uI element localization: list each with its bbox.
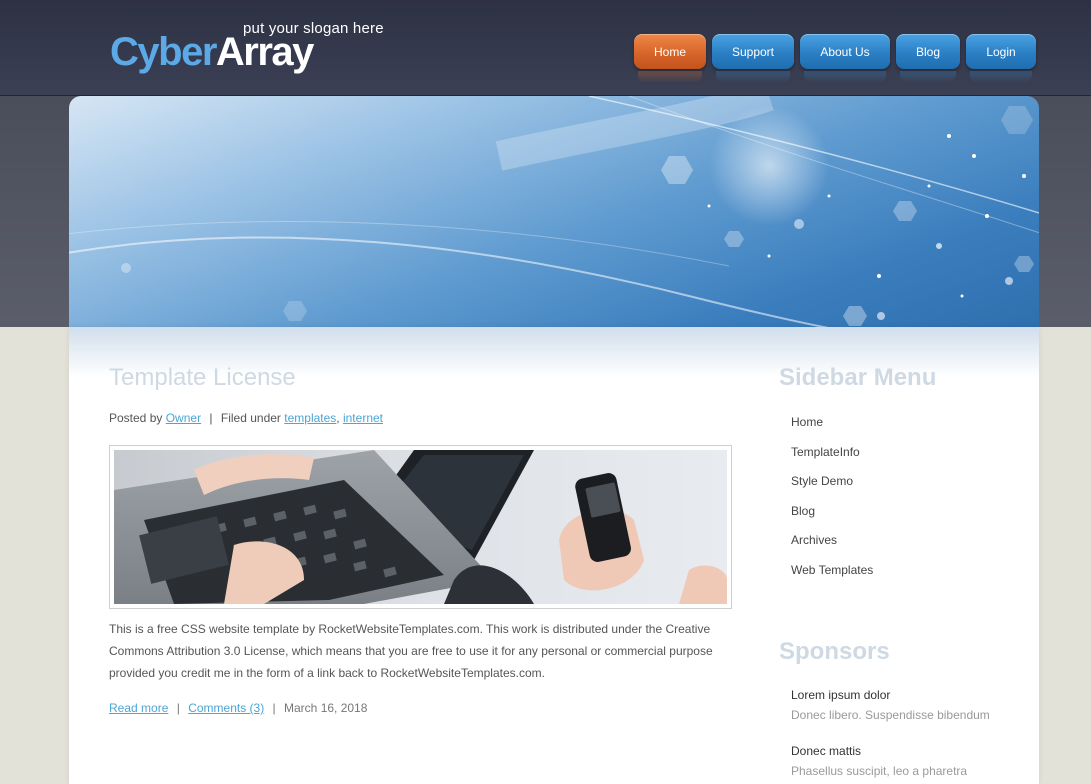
sponsor-item: Lorem ipsum dolor Donec libero. Suspendi…: [791, 686, 1021, 726]
nav-support-reflection: [716, 71, 790, 83]
sidebar-item-archives[interactable]: Archives: [791, 531, 873, 561]
read-more-link[interactable]: Read more: [109, 701, 168, 715]
laptop-phone-photo: [114, 450, 727, 604]
sponsor-description: Phasellus suscipit, leo a pharetra: [791, 764, 968, 778]
logo-part-cyber: Cyber: [110, 30, 217, 74]
nav-login-reflection: [970, 71, 1032, 83]
logo-wordmark: CyberArray: [110, 30, 315, 74]
logo-part-array: Array: [215, 30, 315, 74]
filed-under-label: Filed under: [220, 411, 281, 425]
post-footer: Read more | Comments (3) | March 16, 201…: [109, 701, 367, 715]
nav-support[interactable]: Support: [712, 34, 794, 69]
sponsor-description: Donec libero. Suspendisse bibendum: [791, 708, 990, 722]
nav-blog-reflection: [900, 71, 956, 83]
banner-artwork: [69, 96, 1039, 327]
post-date: March 16, 2018: [284, 701, 368, 715]
sponsor-name[interactable]: Donec mattis: [791, 742, 1021, 760]
sponsor-name[interactable]: Lorem ipsum dolor: [791, 686, 1021, 704]
nav-blog[interactable]: Blog: [896, 34, 960, 69]
sidebar-menu: Home TemplateInfo Style Demo Blog Archiv…: [791, 413, 873, 591]
footer-separator: |: [272, 701, 276, 715]
posted-by-label: Posted by: [109, 411, 163, 425]
sidebar-item-blog[interactable]: Blog: [791, 502, 873, 532]
sidebar-item-style-demo[interactable]: Style Demo: [791, 472, 873, 502]
post-body: This is a free CSS website template by R…: [109, 622, 713, 680]
nav-home[interactable]: Home: [634, 34, 706, 69]
post-title: Template License: [109, 364, 296, 391]
post-image: [109, 445, 732, 609]
meta-separator: |: [209, 411, 213, 425]
footer-separator: |: [176, 701, 180, 715]
post-meta: Posted by Owner | Filed under templates,…: [109, 411, 383, 425]
comments-link[interactable]: Comments (3): [188, 701, 264, 715]
sidebar-item-web-templates[interactable]: Web Templates: [791, 561, 873, 591]
tag-comma: ,: [336, 411, 343, 425]
sponsors-title: Sponsors: [779, 638, 890, 665]
author-link[interactable]: Owner: [166, 411, 201, 425]
tag-link-internet[interactable]: internet: [343, 411, 383, 425]
header-banner-image: [69, 96, 1039, 327]
site-logo[interactable]: put your slogan here CyberArray: [110, 20, 400, 82]
sponsor-item: Donec mattis Phasellus suscipit, leo a p…: [791, 742, 1021, 782]
sidebar-item-home[interactable]: Home: [791, 413, 873, 443]
nav-about-us-reflection: [804, 71, 886, 83]
nav-login[interactable]: Login: [966, 34, 1036, 69]
tag-link-templates[interactable]: templates: [284, 411, 336, 425]
nav-home-reflection: [638, 71, 702, 83]
sidebar-item-templateinfo[interactable]: TemplateInfo: [791, 443, 873, 473]
sidebar-menu-title: Sidebar Menu: [779, 364, 937, 391]
nav-about-us[interactable]: About Us: [800, 34, 890, 69]
